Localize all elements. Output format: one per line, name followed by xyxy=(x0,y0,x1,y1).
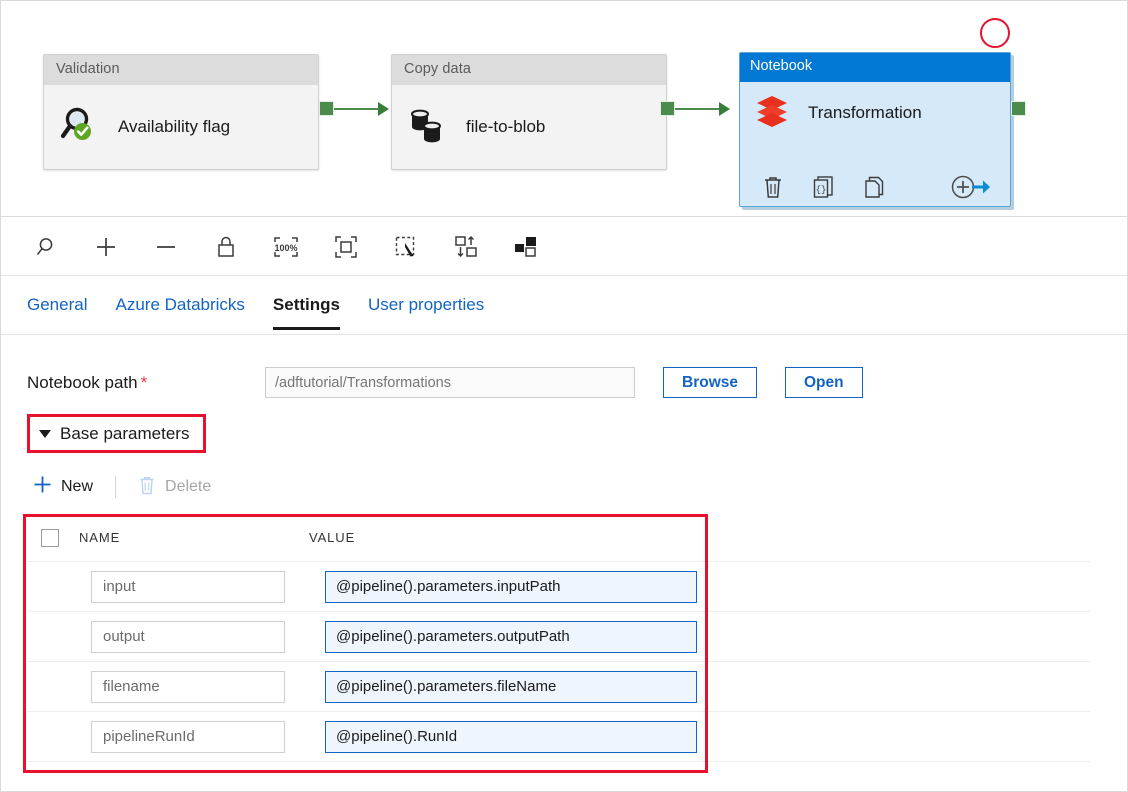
parameter-value-cell xyxy=(309,720,729,753)
select-all-cell xyxy=(27,528,79,547)
parameter-value-input[interactable] xyxy=(325,670,697,703)
table-header-row: NAME VALUE xyxy=(27,514,1091,562)
connector-line-2 xyxy=(675,108,723,110)
parameter-name-cell xyxy=(79,620,309,653)
databricks-icon xyxy=(752,91,792,136)
new-parameter-label: New xyxy=(61,478,94,495)
red-circle-annotation xyxy=(980,18,1010,48)
activity-node-copy-data[interactable]: Copy data file-to-blob xyxy=(391,54,667,170)
connector-handle-validation-out[interactable] xyxy=(319,101,334,116)
base-parameters-label: Base parameters xyxy=(60,423,190,443)
plus-arrow-icon[interactable] xyxy=(950,174,990,200)
zoom-search-icon[interactable] xyxy=(25,227,67,267)
parameter-name-input[interactable] xyxy=(91,620,285,653)
activity-node-validation[interactable]: Validation Availability flag xyxy=(43,54,319,170)
connector-arrow-1 xyxy=(378,102,389,116)
activity-type-label: Copy data xyxy=(392,55,666,85)
connector-arrow-2 xyxy=(719,102,730,116)
table-row xyxy=(27,612,1091,662)
required-marker: * xyxy=(140,372,148,392)
parameter-name-input[interactable] xyxy=(91,670,285,703)
tab-general[interactable]: General xyxy=(27,295,87,327)
notebook-path-input[interactable] xyxy=(265,367,635,398)
activity-node-body: file-to-blob xyxy=(392,85,666,169)
activity-node-body: Transformation xyxy=(740,82,1010,144)
parameter-name-cell xyxy=(79,570,309,603)
properties-tabs: General Azure Databricks Settings User p… xyxy=(1,277,1127,335)
activity-node-body: Availability flag xyxy=(44,85,318,169)
plus-icon xyxy=(33,475,52,499)
tab-settings[interactable]: Settings xyxy=(272,295,340,330)
table-row xyxy=(27,562,1091,612)
svg-text:{}: {} xyxy=(816,185,827,195)
trash-icon xyxy=(138,475,156,500)
table-row xyxy=(27,712,1091,762)
zoom-100-percent-icon[interactable]: 100% xyxy=(265,227,307,267)
zoom-in-icon[interactable] xyxy=(85,227,127,267)
tab-user-properties[interactable]: User properties xyxy=(368,295,484,327)
table-row xyxy=(27,662,1091,712)
trash-icon[interactable] xyxy=(762,175,784,199)
chevron-collapse-icon xyxy=(39,429,51,438)
layout-icon[interactable] xyxy=(505,227,547,267)
column-header-name: NAME xyxy=(79,530,121,545)
parameter-value-cell xyxy=(309,670,729,703)
connector-handle-notebook-out[interactable] xyxy=(1011,101,1026,116)
connector-handle-copy-out[interactable] xyxy=(660,101,675,116)
svg-text:100%: 100% xyxy=(274,243,297,253)
database-copy-icon xyxy=(406,103,450,152)
parameter-value-input[interactable] xyxy=(325,720,697,753)
copy-pages-icon[interactable] xyxy=(864,175,888,199)
marquee-select-icon[interactable] xyxy=(385,227,427,267)
lock-icon[interactable] xyxy=(205,227,247,267)
magnifier-check-icon xyxy=(58,103,102,152)
activity-type-label: Validation xyxy=(44,55,318,85)
fit-to-screen-icon[interactable] xyxy=(325,227,367,267)
canvas-toolbar: 100% xyxy=(1,218,1127,276)
base-parameters-command-bar: New Delete xyxy=(33,473,217,501)
parameter-value-cell xyxy=(309,620,729,653)
code-braces-icon[interactable]: {} xyxy=(812,175,836,199)
adf-pipeline-editor: Validation Availability flag Copy data f… xyxy=(0,0,1128,792)
parameter-value-input[interactable] xyxy=(325,570,697,603)
activity-action-bar: {} xyxy=(740,174,1010,200)
activity-name-label: file-to-blob xyxy=(466,117,546,136)
new-parameter-button[interactable]: New xyxy=(33,475,93,499)
open-button[interactable]: Open xyxy=(785,367,863,398)
parameter-name-input[interactable] xyxy=(91,570,285,603)
browse-button[interactable]: Browse xyxy=(663,367,757,398)
base-parameters-section-header[interactable]: Base parameters xyxy=(27,414,207,453)
notebook-path-row: Notebook path* Browse Open xyxy=(27,367,863,398)
connector-line-1 xyxy=(334,108,382,110)
parameter-value-input[interactable] xyxy=(325,620,697,653)
select-all-checkbox[interactable] xyxy=(41,528,59,547)
parameter-value-cell xyxy=(309,570,729,603)
activity-node-notebook[interactable]: Notebook Transformation {} xyxy=(739,52,1011,207)
pipeline-canvas[interactable]: Validation Availability flag Copy data f… xyxy=(1,1,1127,217)
notebook-path-label-text: Notebook path xyxy=(27,372,138,392)
notebook-path-label: Notebook path * xyxy=(27,373,265,393)
activity-name-label: Transformation xyxy=(808,103,922,122)
zoom-out-icon[interactable] xyxy=(145,227,187,267)
column-header-value: VALUE xyxy=(309,530,356,545)
auto-align-icon[interactable] xyxy=(445,227,487,267)
command-separator xyxy=(115,476,117,498)
delete-parameter-button[interactable]: Delete xyxy=(138,475,211,500)
base-parameters-table: NAME VALUE xyxy=(27,514,1091,762)
delete-parameter-label: Delete xyxy=(165,478,212,495)
parameter-name-input[interactable] xyxy=(91,720,285,753)
activity-type-label: Notebook xyxy=(740,53,1010,82)
parameter-name-cell xyxy=(79,720,309,753)
tab-azure-databricks[interactable]: Azure Databricks xyxy=(115,295,244,327)
parameter-name-cell xyxy=(79,670,309,703)
activity-name-label: Availability flag xyxy=(118,117,231,136)
